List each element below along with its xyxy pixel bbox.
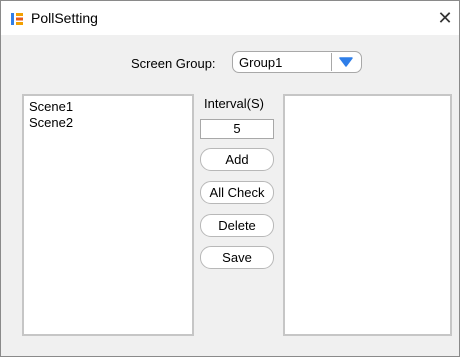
interval-label: Interval(S) <box>204 96 264 111</box>
screen-group-dropdown[interactable]: Group1 <box>232 51 362 73</box>
title-bar: PollSetting ✕ <box>1 1 459 35</box>
add-button[interactable]: Add <box>200 148 274 171</box>
window-title: PollSetting <box>31 10 98 26</box>
list-item-scene1[interactable]: Scene1 <box>29 99 73 114</box>
list-item-scene2[interactable]: Scene2 <box>29 115 73 130</box>
save-button[interactable]: Save <box>200 246 274 269</box>
screen-group-label: Screen Group: <box>131 56 216 71</box>
scene-list[interactable]: Scene1 Scene2 <box>22 94 194 336</box>
poll-setting-window: PollSetting ✕ Screen Group: Group1 Scene… <box>0 0 460 357</box>
all-check-button[interactable]: All Check <box>200 181 274 204</box>
interval-input[interactable]: 5 <box>200 119 274 139</box>
app-logo-icon <box>11 13 23 25</box>
close-icon[interactable]: ✕ <box>437 9 453 27</box>
delete-button[interactable]: Delete <box>200 214 274 237</box>
chevron-down-icon[interactable] <box>339 57 353 67</box>
dropdown-separator <box>331 53 332 71</box>
selected-scene-list[interactable] <box>283 94 452 336</box>
screen-group-value: Group1 <box>239 55 283 70</box>
